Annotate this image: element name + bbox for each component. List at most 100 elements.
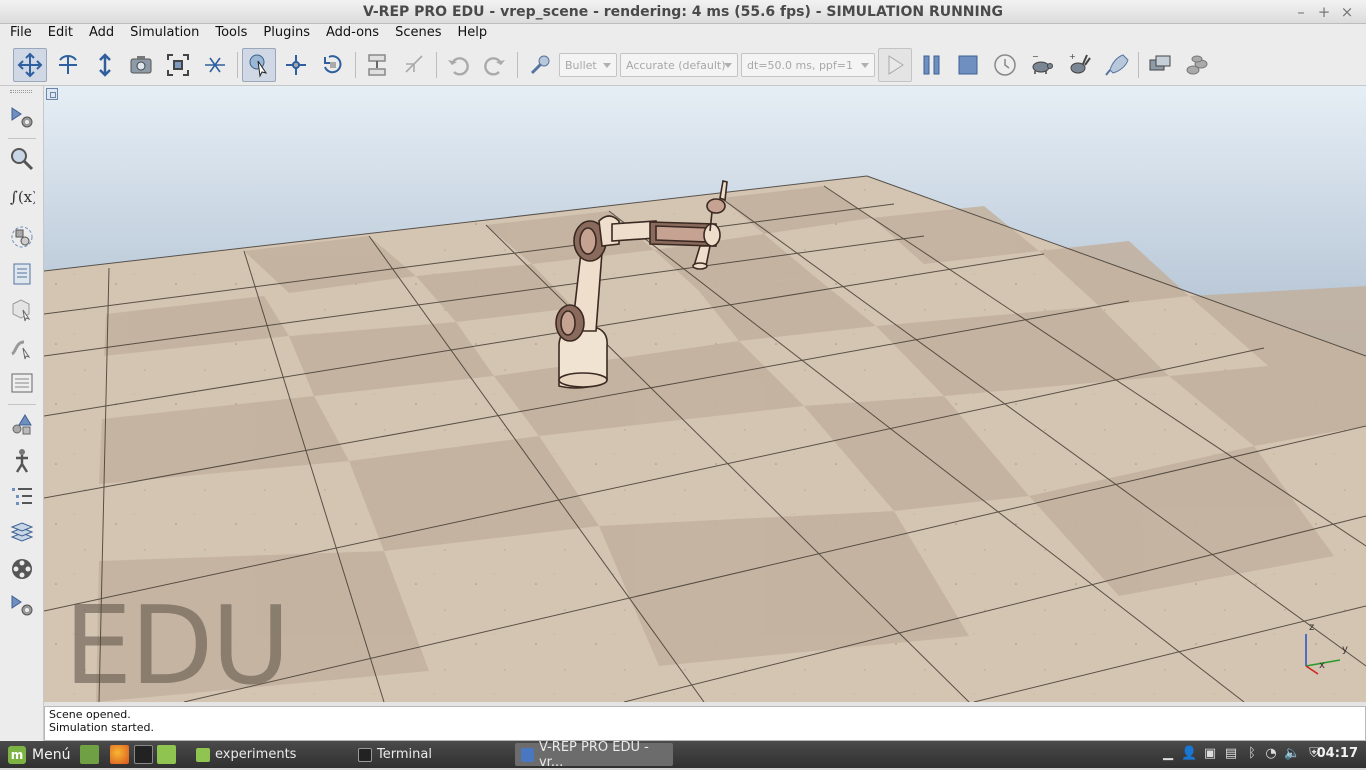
path-edit-button[interactable] (6, 332, 38, 362)
bluetooth-icon[interactable]: ᛒ (1244, 745, 1260, 763)
menu-bar: File Edit Add Simulation Tools Plugins A… (0, 24, 1366, 44)
user-icon[interactable]: 👤 (1181, 745, 1197, 763)
toolbar-grip[interactable] (10, 90, 32, 93)
maximize-button[interactable]: + (1315, 3, 1333, 21)
wifi-icon[interactable]: ◔ (1263, 745, 1279, 763)
camera-rotate-button[interactable] (51, 48, 85, 82)
assemble-disassemble-button[interactable] (360, 48, 394, 82)
taskbar-clock[interactable]: 04:17 (1317, 746, 1358, 761)
simulation-settings-button[interactable] (6, 102, 38, 132)
task-vrep[interactable]: V-REP PRO EDU - vr... (515, 740, 673, 770)
scene-viewport[interactable]: EDU z y x (44, 86, 1366, 702)
chevron-down-icon (724, 63, 732, 68)
os-taskbar: m Menú experiments Terminal V-REP PRO ED… (0, 740, 1366, 770)
minimize-button[interactable]: – (1292, 3, 1310, 21)
assemble-icon (368, 54, 386, 76)
task-experiments[interactable]: experiments (190, 743, 348, 766)
status-console[interactable]: Scene opened. Simulation started. (44, 706, 1366, 741)
primitives-icon (12, 414, 32, 435)
model-properties-button[interactable] (6, 446, 38, 476)
speed-up-button[interactable]: + (1062, 48, 1096, 82)
camera-pan-button[interactable] (13, 48, 47, 82)
model-browser-button[interactable] (1180, 48, 1214, 82)
page-selector-button[interactable] (6, 259, 38, 289)
task-label: experiments (215, 747, 297, 762)
menu-help[interactable]: Help (447, 24, 493, 44)
menu-add[interactable]: Add (79, 24, 120, 44)
start-simulation-button[interactable] (878, 48, 912, 82)
clock-icon (994, 54, 1016, 76)
magnifier-icon (11, 148, 34, 171)
close-button[interactable]: × (1338, 3, 1356, 21)
timestep-value: dt=50.0 ms, ppf=1 (747, 59, 853, 72)
transfer-dna-button[interactable] (397, 48, 431, 82)
svg-text:−: − (1032, 52, 1039, 61)
update-manager-icon[interactable]: ▣ (1202, 745, 1218, 763)
svg-text:+: + (1069, 52, 1076, 61)
chevron-down-icon (603, 63, 611, 68)
scripts-button[interactable]: ∫(x) (6, 181, 38, 211)
firefox-icon[interactable] (110, 745, 129, 764)
terminal-launcher-icon[interactable] (134, 745, 153, 764)
shape-edit-button[interactable] (6, 222, 38, 252)
video-recorder-button[interactable] (6, 554, 38, 584)
fit-to-view-button[interactable] (161, 48, 195, 82)
real-time-button[interactable] (988, 48, 1022, 82)
calculation-modules-button[interactable] (6, 144, 38, 174)
menu-simulation[interactable]: Simulation (120, 24, 205, 44)
layers-dialog-button[interactable] (6, 368, 38, 398)
click-select-button[interactable] (242, 48, 276, 82)
stop-simulation-button[interactable] (951, 48, 985, 82)
viewport-menu-icon[interactable] (46, 88, 58, 100)
threaded-rendering-button[interactable] (1099, 48, 1133, 82)
camera-angle-button[interactable] (124, 48, 158, 82)
terminal-icon (358, 747, 372, 762)
rotate-object-icon (324, 55, 342, 74)
menu-scenes[interactable]: Scenes (385, 24, 447, 44)
clipboard-icon[interactable]: ▤ (1223, 745, 1239, 763)
show-desktop-icon[interactable] (80, 745, 99, 764)
assemble-button[interactable] (198, 48, 232, 82)
accuracy-select[interactable]: Accurate (default) (620, 53, 738, 77)
timestep-select[interactable]: dt=50.0 ms, ppf=1 (741, 53, 875, 77)
camera-shift-button[interactable] (88, 48, 122, 82)
film-reel-icon (12, 559, 32, 579)
vrep-icon (521, 747, 534, 762)
chevron-down-icon (861, 63, 869, 68)
menu-edit[interactable]: Edit (38, 24, 79, 44)
object-rotate-button[interactable] (316, 48, 350, 82)
slow-down-button[interactable]: − (1025, 48, 1059, 82)
start-menu-label: Menú (32, 746, 71, 763)
accuracy-value: Accurate (default) (626, 59, 726, 72)
menu-file[interactable]: File (0, 24, 38, 44)
environment-button[interactable] (6, 410, 38, 440)
volume-icon[interactable]: 🔈 (1284, 745, 1300, 763)
files-launcher-icon[interactable] (157, 745, 176, 764)
undo-button[interactable] (441, 48, 475, 82)
dynamics-settings-button[interactable] (524, 48, 558, 82)
start-menu-button[interactable]: m Menú (2, 743, 76, 766)
fit-view-icon (167, 54, 189, 76)
scene-hierarchy-toggle-button[interactable] (6, 482, 38, 512)
window-titlebar[interactable]: V-REP PRO EDU - vrep_scene - rendering: … (0, 0, 1366, 24)
menu-plugins[interactable]: Plugins (253, 24, 316, 44)
workspace-icon[interactable]: ▁ (1160, 745, 1176, 763)
layers-button[interactable] (6, 518, 38, 548)
physics-engine-value: Bullet (565, 59, 597, 72)
left-toolbar: ∫(x) (0, 86, 44, 741)
redo-button[interactable] (478, 48, 512, 82)
transfer-dna-icon (405, 55, 423, 73)
turtle-icon: − (1032, 52, 1053, 74)
pause-simulation-button[interactable] (915, 48, 949, 82)
dragonfly-icon (205, 57, 225, 73)
scene-hierarchy-button[interactable] (1143, 48, 1177, 82)
menu-add-ons[interactable]: Add-ons (316, 24, 385, 44)
user-settings-button[interactable] (6, 590, 38, 620)
object-properties-button[interactable] (6, 294, 38, 324)
rabbit-icon: + (1069, 52, 1091, 74)
physics-engine-select[interactable]: Bullet (559, 53, 617, 77)
task-terminal[interactable]: Terminal (352, 743, 510, 766)
object-shift-button[interactable] (279, 48, 313, 82)
axis-z-label: z (1309, 622, 1314, 633)
menu-tools[interactable]: Tools (205, 24, 253, 44)
